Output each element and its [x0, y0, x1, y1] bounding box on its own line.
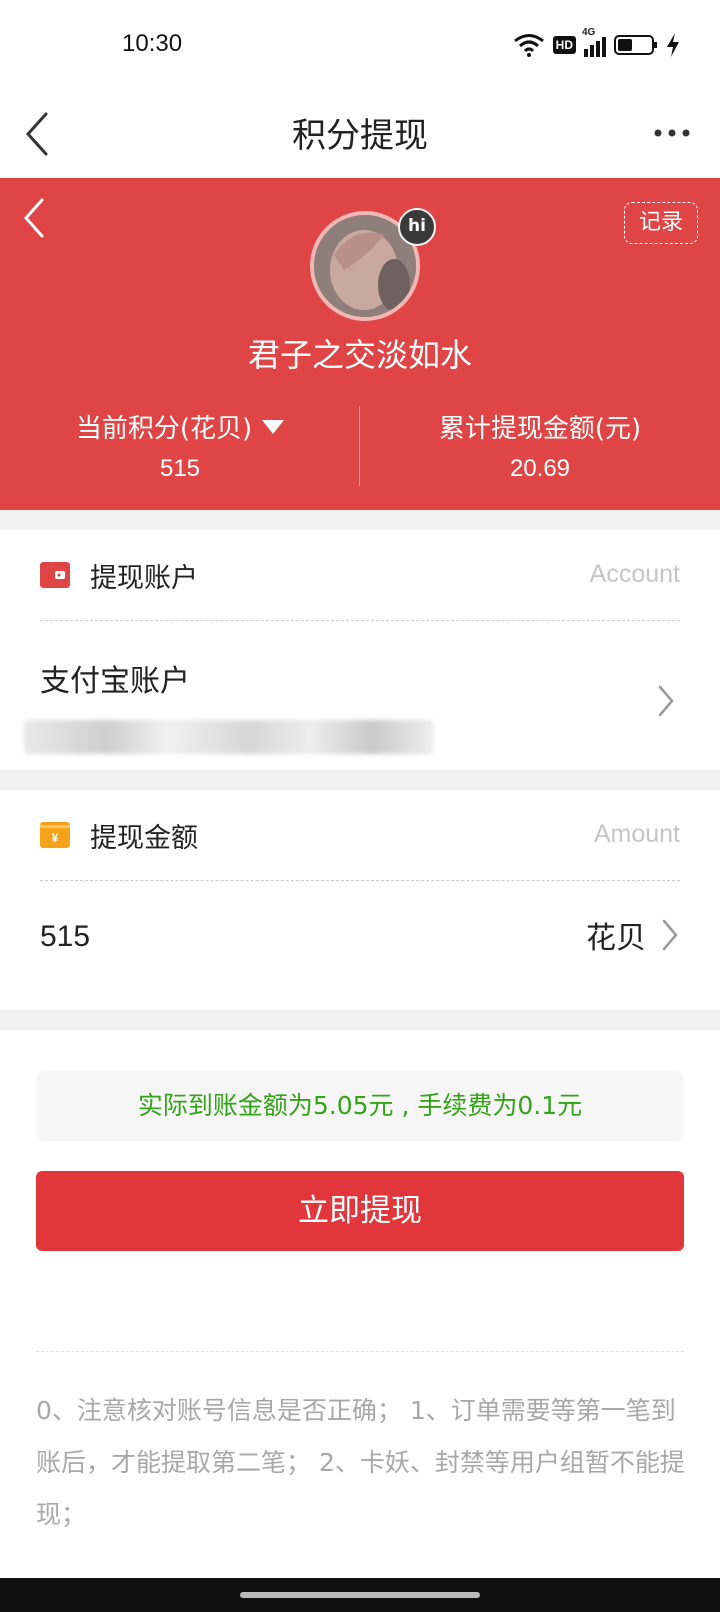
cash-icon: ¥: [40, 822, 70, 848]
battery-icon: [614, 35, 657, 55]
charging-icon: [667, 33, 679, 57]
notes-divider: [36, 1351, 684, 1352]
wifi-icon: [513, 34, 544, 57]
record-button[interactable]: 记录: [624, 202, 698, 244]
account-title: 提现账户: [90, 563, 198, 594]
points-value: 515: [159, 455, 201, 482]
account-selector[interactable]: 支付宝账户: [0, 622, 720, 770]
dropdown-triangle-icon: [262, 420, 285, 434]
withdraw-notes: 0、注意核对账号信息是否正确； 1、订单需要等第一笔到账后，才能提取第二笔； 2…: [36, 1396, 685, 1529]
account-card: 提现账户 Account 支付宝账户: [0, 530, 720, 770]
unit-label: 花贝: [586, 921, 646, 956]
home-indicator[interactable]: [240, 1592, 480, 1598]
chevron-right-icon: [658, 685, 674, 717]
points-label: 当前积分(花贝): [0, 408, 360, 445]
svg-text:¥: ¥: [52, 831, 59, 845]
status-icons: HD 4G: [513, 27, 680, 60]
header-back-icon[interactable]: [18, 196, 54, 240]
hi-badge: hi: [398, 208, 436, 246]
home-bar: [0, 1578, 720, 1612]
status-time: 10:30: [122, 30, 183, 57]
account-title-en: Account: [589, 560, 680, 588]
withdraw-button[interactable]: 立即提现: [36, 1171, 684, 1251]
unit-selector[interactable]: 花贝: [586, 910, 680, 960]
unit-chevron-icon: [662, 919, 678, 951]
username: 君子之交淡如水: [247, 336, 472, 374]
account-card-header: 提现账户 Account: [40, 530, 680, 621]
hd-icon: HD: [552, 36, 576, 54]
total-withdrawn-stat: 累计提现金额(元) 20.69: [360, 408, 720, 483]
total-label: 累计提现金额(元): [438, 414, 642, 444]
fee-notice: 实际到账金额为5.05元 , 手续费为0.1元: [36, 1071, 684, 1141]
status-bar: 10:30 HD 4G: [0, 0, 720, 90]
current-points-stat[interactable]: 当前积分(花贝) 515: [0, 408, 360, 483]
page-title: 积分提现: [292, 116, 428, 156]
amount-card: ¥ 提现金额 Amount 515 花贝: [0, 790, 720, 1010]
nav-bar: 积分提现: [0, 90, 720, 178]
amount-title: 提现金额: [90, 823, 198, 854]
account-type: 支付宝账户: [40, 664, 190, 699]
profile-header: 记录 hi 君子之交淡如水 当前积分(花贝) 515 累计提现金额(元) 20.…: [0, 178, 720, 510]
amount-title-en: Amount: [593, 820, 680, 848]
redacted-account-number: [24, 720, 434, 754]
total-value: 20.69: [509, 455, 571, 482]
signal-icon: 4G: [582, 27, 606, 57]
network-type-label: 4G: [582, 27, 596, 38]
wallet-icon: [40, 562, 70, 588]
amount-card-header: ¥ 提现金额 Amount: [40, 790, 680, 881]
amount-input[interactable]: 515: [40, 920, 90, 954]
more-icon[interactable]: [652, 118, 692, 148]
